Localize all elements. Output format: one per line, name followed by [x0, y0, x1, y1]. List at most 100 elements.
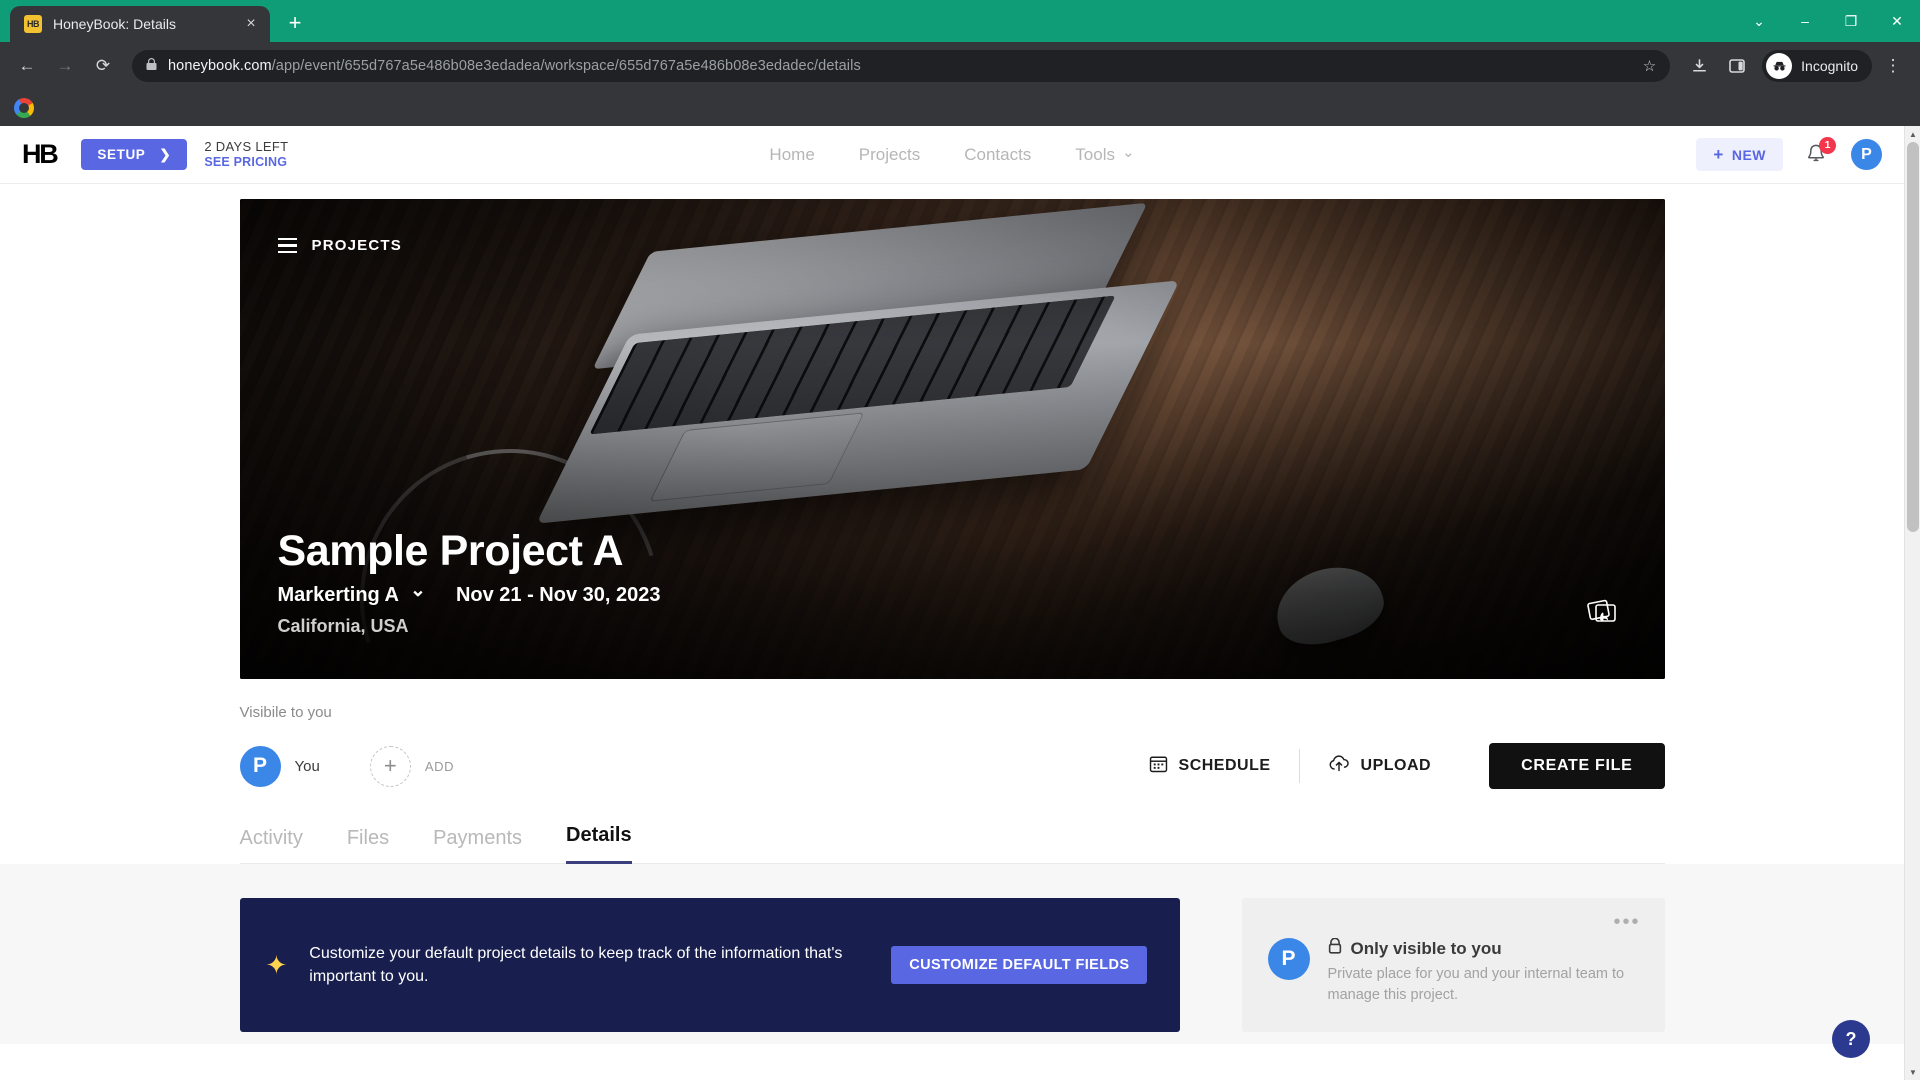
download-icon[interactable] [1682, 49, 1716, 83]
details-panel: ✦ Customize your default project details… [0, 864, 1904, 1058]
url-text: honeybook.com/app/event/655d767a5e486b08… [168, 58, 1633, 74]
tab-payments[interactable]: Payments [433, 827, 522, 864]
visibility-member[interactable]: P You [239, 745, 320, 787]
change-cover-photo-icon[interactable] [1586, 597, 1621, 627]
add-member-label: ADD [424, 758, 455, 774]
page-viewport: HB SETUP ❯ 2 DAYS LEFT SEE PRICING Home … [0, 126, 1920, 1080]
reload-icon[interactable]: ⟳ [86, 49, 120, 83]
chevron-down-icon: ⌄ [1121, 143, 1135, 161]
browser-menu-icon[interactable]: ⋮ [1876, 49, 1910, 83]
address-bar[interactable]: honeybook.com/app/event/655d767a5e486b08… [132, 50, 1671, 82]
private-space-title-row: Only visible to you [1328, 937, 1639, 959]
project-actions: SCHEDULE UPLOAD CREATE FILE [1121, 743, 1665, 789]
project-dates: Nov 21 - Nov 30, 2023 [455, 584, 661, 606]
scrollbar-thumb[interactable] [1907, 142, 1919, 532]
tab-title: HoneyBook: Details [53, 16, 176, 32]
notifications-button[interactable]: 1 [1805, 136, 1836, 168]
calendar-icon [1149, 754, 1168, 778]
tab-details[interactable]: Details [566, 824, 632, 864]
private-space-title: Only visible to you [1350, 938, 1502, 958]
upload-label: UPLOAD [1360, 757, 1432, 774]
visibility-member-name: You [294, 757, 320, 775]
plus-icon: + [369, 745, 411, 787]
browser-window: HB HoneyBook: Details × + ⌄ – ❐ ✕ ← → ⟳ … [0, 0, 1920, 1080]
plus-icon: + [1713, 144, 1724, 164]
chevron-right-icon: ❯ [159, 146, 172, 162]
side-panel-icon[interactable] [1720, 49, 1754, 83]
details-panel-inner: ✦ Customize your default project details… [239, 898, 1665, 1033]
project-client-selector[interactable]: Markerting A ⌄ [277, 580, 426, 607]
setup-label: SETUP [97, 147, 146, 162]
see-pricing-link[interactable]: SEE PRICING [204, 155, 288, 171]
private-space-card: ••• P Only visible to you Private place … [1241, 898, 1665, 1033]
primary-nav: Home Projects Contacts Tools ⌄ [769, 143, 1135, 165]
nav-item-contacts[interactable]: Contacts [964, 145, 1031, 165]
new-tab-icon[interactable]: + [278, 6, 312, 40]
browser-toolbar: ← → ⟳ honeybook.com/app/event/655d767a5e… [0, 42, 1920, 90]
bookmark-star-icon[interactable]: ☆ [1643, 57, 1656, 75]
private-space-subtitle: Private place for you and your internal … [1327, 966, 1625, 1004]
project-summary: Sample Project A Markerting A ⌄ Nov 21 -… [277, 526, 661, 637]
upload-button[interactable]: UPLOAD [1300, 751, 1460, 781]
sparkle-icon: ✦ [265, 950, 288, 981]
visibility-section: Visibile to you P You + ADD SCHEDULE UPL… [239, 704, 1665, 789]
chevron-down-icon[interactable]: ⌄ [1736, 0, 1782, 42]
create-file-button[interactable]: CREATE FILE [1489, 743, 1665, 789]
maximize-icon[interactable]: ❐ [1828, 0, 1874, 42]
project-hero: PROJECTS Sample Project A Markerting A ⌄… [239, 199, 1665, 679]
incognito-profile-button[interactable]: Incognito [1762, 50, 1872, 82]
tab-activity[interactable]: Activity [240, 827, 303, 864]
honeybook-logo[interactable]: HB [22, 139, 59, 170]
schedule-button[interactable]: SCHEDULE [1121, 751, 1299, 781]
back-icon[interactable]: ← [10, 49, 44, 83]
private-space-copy: Only visible to you Private place for yo… [1327, 937, 1639, 1006]
tab-files[interactable]: Files [347, 827, 389, 864]
more-options-icon[interactable]: ••• [1613, 912, 1640, 932]
window-close-icon[interactable]: ✕ [1874, 0, 1920, 42]
chevron-down-icon: ⌄ [410, 580, 426, 601]
browser-tabstrip: HB HoneyBook: Details × + ⌄ – ❐ ✕ [0, 0, 1920, 42]
page-scrollbar[interactable]: ▲ ▼ [1904, 126, 1920, 1080]
help-button[interactable]: ? [1832, 1020, 1870, 1058]
honeybook-favicon: HB [24, 15, 42, 33]
hamburger-icon [277, 237, 297, 254]
project-meta: Markerting A ⌄ Nov 21 - Nov 30, 2023 [277, 580, 661, 607]
incognito-label: Incognito [1801, 58, 1858, 74]
cloud-upload-icon [1328, 754, 1350, 778]
bookmarks-bar [0, 90, 1920, 126]
nav-item-home[interactable]: Home [769, 145, 814, 165]
project-client-label: Markerting A [277, 584, 400, 606]
honeybook-app: HB SETUP ❯ 2 DAYS LEFT SEE PRICING Home … [0, 126, 1904, 1080]
trial-days-left: 2 DAYS LEFT [204, 138, 289, 154]
browser-tab[interactable]: HB HoneyBook: Details × [10, 6, 270, 42]
private-space-row: P Only visible to you Private place for … [1267, 937, 1639, 1006]
lock-icon [146, 58, 157, 74]
project-location: California, USA [277, 616, 409, 636]
setup-button[interactable]: SETUP ❯ [81, 139, 188, 170]
project-tabs: Activity Files Payments Details [239, 823, 1665, 864]
nav-item-tools[interactable]: Tools ⌄ [1075, 143, 1135, 165]
page-title: Sample Project A [277, 526, 624, 575]
avatar[interactable]: P [1851, 139, 1882, 170]
url-path: /app/event/655d767a5e486b08e3edadea/work… [271, 58, 861, 74]
scroll-down-icon[interactable]: ▼ [1905, 1064, 1920, 1080]
close-icon[interactable]: × [240, 15, 262, 33]
breadcrumb[interactable]: PROJECTS [277, 237, 402, 254]
lock-icon [1328, 937, 1342, 959]
customize-default-fields-button[interactable]: CUSTOMIZE DEFAULT FIELDS [891, 946, 1148, 985]
visibility-row: P You + ADD SCHEDULE UPLOAD CREATE FILE [239, 743, 1665, 789]
customize-fields-text: Customize your default project details t… [309, 944, 843, 986]
nav-item-tools-label: Tools [1075, 144, 1115, 164]
url-domain: honeybook.com [168, 58, 272, 74]
add-member-button[interactable]: + ADD [369, 745, 455, 787]
window-controls: ⌄ – ❐ ✕ [1736, 0, 1920, 42]
honeybook-top-nav: HB SETUP ❯ 2 DAYS LEFT SEE PRICING Home … [0, 126, 1904, 184]
scroll-up-icon[interactable]: ▲ [1905, 126, 1920, 142]
nav-item-projects[interactable]: Projects [859, 145, 920, 165]
minimize-icon[interactable]: – [1782, 0, 1828, 42]
new-button[interactable]: + NEW [1696, 138, 1783, 171]
forward-icon[interactable]: → [48, 49, 82, 83]
google-icon[interactable] [14, 98, 34, 118]
schedule-label: SCHEDULE [1178, 757, 1271, 774]
nav-right-cluster: + NEW 1 P [1696, 136, 1882, 171]
